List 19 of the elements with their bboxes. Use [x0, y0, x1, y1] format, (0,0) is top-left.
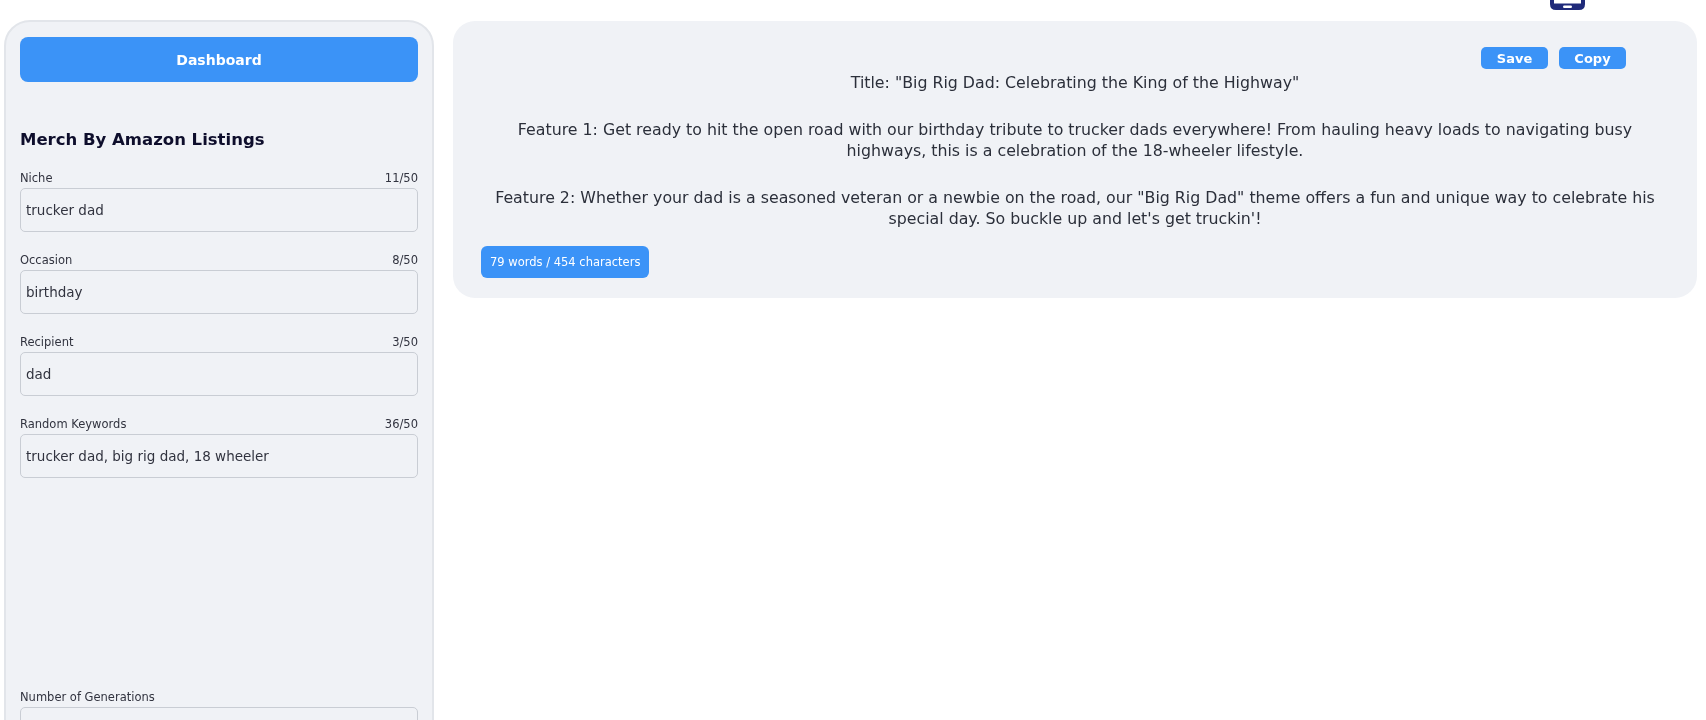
text-field[interactable]: birthday	[20, 270, 418, 314]
feature-text: Feature 1: Get ready to hit the open road with our birthday tribute to trucker dads everywhere! From hauling heavy loads to navigating busy highways, this is a celebration of the 18-wheeler lifestyle.	[516, 119, 1634, 161]
field-label: Recipient	[20, 334, 74, 350]
character-count: 3/50	[392, 334, 418, 350]
character-count: 11/50	[384, 170, 418, 186]
word-count-badge: 79 words / 454 characters	[481, 246, 650, 278]
text-field[interactable]: trucker dad	[20, 188, 418, 232]
character-count: 36/50	[384, 416, 418, 432]
text-field[interactable]: trucker dad, big rig dad, 18 wheeler	[20, 434, 418, 478]
listing-title: Title: "Big Rig Dad: Celebrating the King of the Highway"	[849, 72, 1301, 93]
field-label: Occasion	[20, 252, 73, 268]
field-label: Niche	[20, 170, 53, 186]
sidebar-heading: Merch By Amazon Listings	[20, 129, 266, 151]
field-label: Random Keywords	[20, 416, 127, 432]
text-field[interactable]: dad	[20, 352, 418, 396]
character-count: 8/50	[392, 252, 418, 268]
phone-icon[interactable]	[1550, 0, 1585, 10]
feature-text: Feature 2: Whether your dad is a seasoned veteran or a newbie on the road, our "Big Rig Dad" theme offers a fun and unique way to celebrate his special day. So buckle up and let's get truckin'!	[494, 187, 1656, 229]
field-label: Number of Generations	[20, 689, 155, 705]
